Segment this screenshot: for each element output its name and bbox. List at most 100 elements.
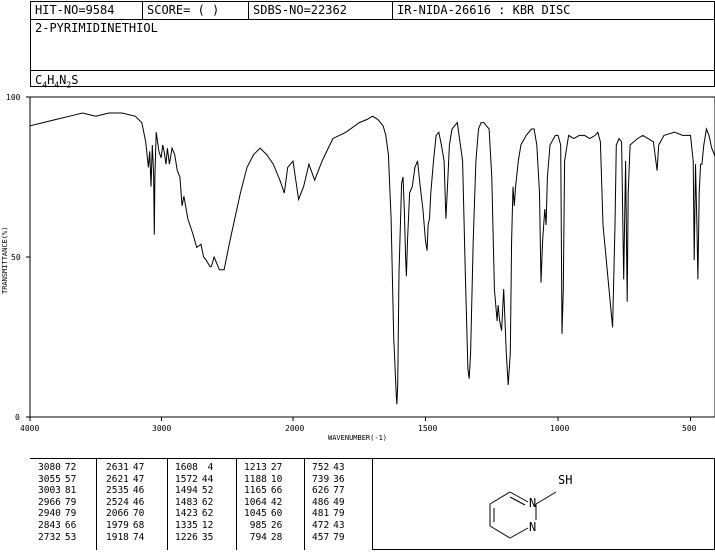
peak-row: 1165 66 <box>242 485 284 497</box>
peak-row: 1483 62 <box>173 497 215 509</box>
peak-col-sep-3 <box>236 458 237 550</box>
peak-transmittance: 79 <box>64 508 77 520</box>
peak-transmittance: 12 <box>201 519 214 531</box>
peak-transmittance: 36 <box>333 473 345 485</box>
peak-wavenumber: 626 <box>312 485 330 497</box>
y-tick-label-0: 0 <box>15 413 20 422</box>
peak-wavenumber: 1213 <box>244 462 267 473</box>
y-tick-label-100: 100 <box>6 93 21 102</box>
peak-row: 2066 70 <box>104 508 146 520</box>
peak-wavenumber: 3055 <box>38 473 61 485</box>
peak-transmittance: 47 <box>132 473 145 485</box>
peak-row: 1188 10 <box>242 474 284 486</box>
thiol-label: SH <box>558 473 572 487</box>
peak-wavenumber: 2524 <box>106 496 129 508</box>
peak-wavenumber: 1918 <box>106 531 129 543</box>
peak-transmittance: 81 <box>64 485 77 497</box>
peak-wavenumber: 472 <box>312 519 330 531</box>
peak-wavenumber: 1064 <box>244 496 267 508</box>
peak-transmittance: 47 <box>132 462 145 473</box>
x-tick-label-3000: 3000 <box>152 424 171 433</box>
peak-row: 1423 62 <box>173 508 215 520</box>
peak-row: 752 43 <box>310 462 347 474</box>
peak-transmittance: 35 <box>201 531 214 543</box>
y-axis-label: TRANSMITTANCE(%) <box>1 227 9 294</box>
peak-wavenumber: 1572 <box>175 473 198 485</box>
peak-col-sep-2 <box>167 458 168 550</box>
peak-wavenumber: 1165 <box>244 485 267 497</box>
peak-row: 3003 81 <box>36 485 78 497</box>
peak-transmittance: 57 <box>64 473 77 485</box>
peak-transmittance: 27 <box>270 462 283 473</box>
peak-transmittance: 79 <box>64 496 77 508</box>
peak-wavenumber: 1608 <box>175 462 198 473</box>
peak-transmittance: 49 <box>333 496 345 508</box>
ring-nitrogen-1: N <box>529 496 536 510</box>
peak-row: 1494 52 <box>173 485 215 497</box>
x-tick-label-4000: 4000 <box>20 424 39 433</box>
peak-wavenumber: 1335 <box>175 519 198 531</box>
peak-row: 2631 47 <box>104 462 146 474</box>
peak-wavenumber: 2732 <box>38 531 61 543</box>
peak-wavenumber: 794 <box>249 531 267 543</box>
peak-row: 1918 74 <box>104 532 146 544</box>
peak-wavenumber: 2066 <box>106 508 129 520</box>
peak-wavenumber: 985 <box>249 519 267 531</box>
peak-wavenumber: 2966 <box>38 496 61 508</box>
ring-nitrogen-2: N <box>529 520 536 534</box>
molecule-structure: N N SH <box>489 473 572 539</box>
peak-wavenumber: 486 <box>312 496 330 508</box>
peak-row: 2966 79 <box>36 497 78 509</box>
peak-transmittance: 53 <box>64 531 77 543</box>
y-tick-label-50: 50 <box>11 253 21 262</box>
peak-row: 1572 44 <box>173 474 215 486</box>
peak-transmittance: 44 <box>201 473 214 485</box>
peak-row: 481 79 <box>310 508 347 520</box>
x-tick-label-2000: 2000 <box>285 424 304 433</box>
peak-wavenumber: 3003 <box>38 485 61 497</box>
peak-row: 794 28 <box>242 532 284 544</box>
peak-wavenumber: 2621 <box>106 473 129 485</box>
peak-column-1: 3080 72 3055 57 3003 81 2966 79 2940 79 2843 66 2732… <box>36 462 78 543</box>
peak-wavenumber: 1483 <box>175 496 198 508</box>
peak-row: 457 79 <box>310 532 347 544</box>
peak-transmittance: 79 <box>333 508 345 520</box>
peak-column-3: 1608 4 1572 44 1494 52 1483 62 1423 62 1335 12 1226 3… <box>173 462 215 543</box>
peak-wavenumber: 1979 <box>106 519 129 531</box>
peak-wavenumber: 1423 <box>175 508 198 520</box>
peak-row: 2732 53 <box>36 532 78 544</box>
peak-transmittance: 72 <box>64 462 77 473</box>
peak-row: 2535 46 <box>104 485 146 497</box>
peak-row: 2940 79 <box>36 508 78 520</box>
peak-transmittance: 66 <box>64 519 77 531</box>
x-tick-label-500: 500 <box>682 424 697 433</box>
plot-frame <box>29 96 715 418</box>
peak-row: 1979 68 <box>104 520 146 532</box>
peak-transmittance: 70 <box>132 508 145 520</box>
peak-row: 486 49 <box>310 497 347 509</box>
peak-wavenumber: 1494 <box>175 485 198 497</box>
spectrum-line <box>29 112 715 405</box>
peak-transmittance: 28 <box>270 531 283 543</box>
x-axis-label: WAVENUMBER(-1) <box>328 434 387 442</box>
peak-transmittance: 26 <box>270 519 283 531</box>
peak-transmittance: 62 <box>201 508 214 520</box>
peak-row: 472 43 <box>310 520 347 532</box>
peak-row: 3080 72 <box>36 462 78 474</box>
peak-wavenumber: 2940 <box>38 508 61 520</box>
peak-row: 985 26 <box>242 520 284 532</box>
peak-column-5: 752 43 739 36 626 77 486 49 481 79 472 43 457 79 <box>310 462 347 543</box>
peak-row: 2621 47 <box>104 474 146 486</box>
peak-col-sep-1 <box>96 458 97 550</box>
peak-wavenumber: 1226 <box>175 531 198 543</box>
peak-row: 1213 27 <box>242 462 284 474</box>
peak-row: 1226 35 <box>173 532 215 544</box>
peak-wavenumber: 1045 <box>244 508 267 520</box>
peak-transmittance: 68 <box>132 519 145 531</box>
peak-transmittance: 46 <box>132 485 145 497</box>
peak-row: 2843 66 <box>36 520 78 532</box>
peak-wavenumber: 481 <box>312 508 330 520</box>
x-tick-label-1500: 1500 <box>418 424 437 433</box>
ir-spectrum-chart: 100 50 0 TRANSMITTANCE(%) 4000 3000 2000… <box>1 93 715 442</box>
peak-row: 626 77 <box>310 485 347 497</box>
